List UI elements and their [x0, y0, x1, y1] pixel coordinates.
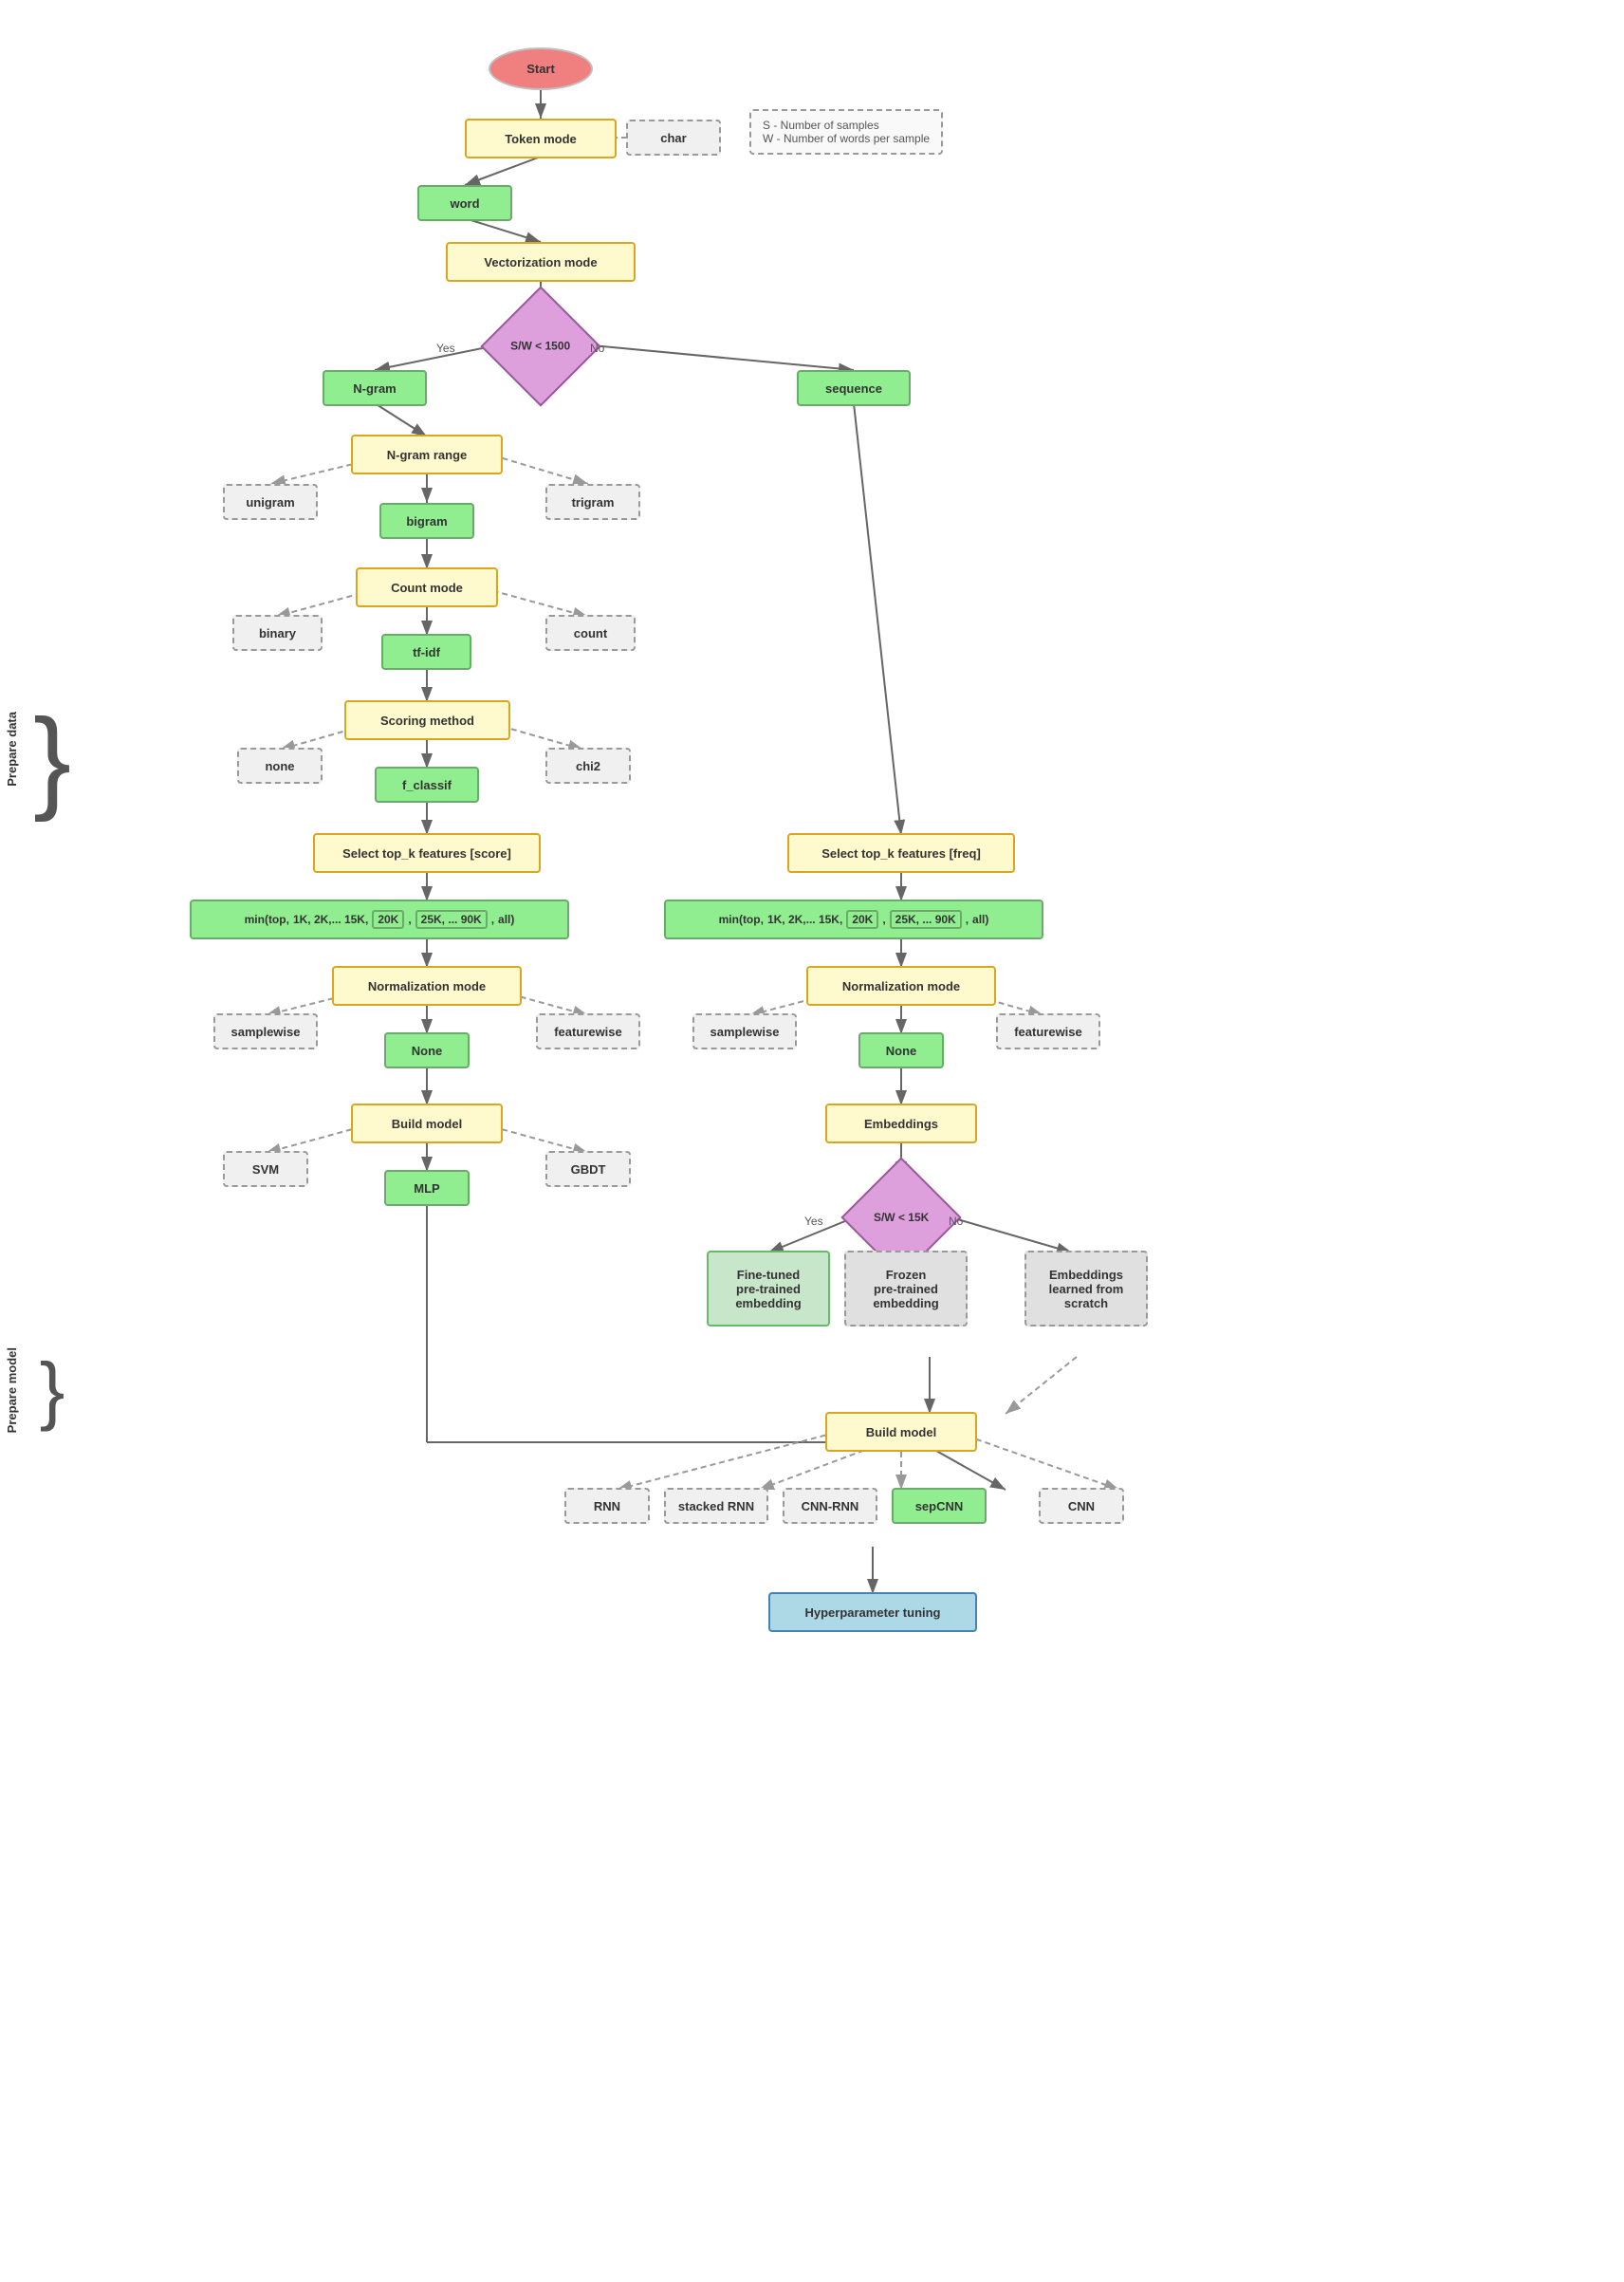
select-topk-score-node: Select top_k features [score]	[313, 833, 541, 873]
unigram-node: unigram	[223, 484, 318, 520]
svm-node: SVM	[223, 1151, 308, 1187]
legend-box: S - Number of samples W - Number of word…	[749, 109, 943, 155]
gbdt-node: GBDT	[545, 1151, 631, 1187]
cnn-node: CNN	[1039, 1488, 1124, 1524]
arrows-svg	[0, 0, 1624, 2282]
yes-label-1: Yes	[436, 342, 455, 355]
ngram-node: N-gram	[323, 370, 427, 406]
build-model-left-node: Build model	[351, 1104, 503, 1143]
hyperparameter-node: Hyperparameter tuning	[768, 1592, 977, 1632]
sw-1500-diamond: S/W < 1500	[480, 286, 600, 406]
token-mode-node: Token mode	[465, 119, 617, 158]
featurewise-right-node: featurewise	[996, 1013, 1100, 1049]
sequence-node: sequence	[797, 370, 911, 406]
vectorization-mode-node: Vectorization mode	[446, 242, 636, 282]
tfidf-node: tf-idf	[381, 634, 471, 670]
ngram-range-node: N-gram range	[351, 435, 503, 474]
start-node: Start	[489, 47, 593, 90]
learned-scratch-node: Embeddings learned from scratch	[1024, 1251, 1148, 1327]
bigram-node: bigram	[379, 503, 474, 539]
word-node: word	[417, 185, 512, 221]
samplewise-left-node: samplewise	[213, 1013, 318, 1049]
no-label-1: No	[590, 342, 604, 355]
fine-tuned-node: Fine-tuned pre-trained embedding	[707, 1251, 830, 1327]
prepare-model-label: Prepare model	[5, 1347, 19, 1433]
topk-left-node: min(top, 1K, 2K,... 15K, 20K , 25K, ... …	[190, 900, 569, 939]
prepare-model-brace: }	[38, 1096, 66, 1684]
none-left-node: None	[384, 1032, 470, 1068]
mlp-node: MLP	[384, 1170, 470, 1206]
scoring-method-node: Scoring method	[344, 700, 510, 740]
diagram-container: Start Token mode word char S - Number of…	[0, 0, 1624, 2282]
none-node: none	[237, 748, 323, 784]
no-label-2: No	[949, 1215, 963, 1228]
f-classif-node: f_classif	[375, 767, 479, 803]
samplewise-right-node: samplewise	[692, 1013, 797, 1049]
chi2-node: chi2	[545, 748, 631, 784]
sepcnn-node: sepCNN	[892, 1488, 987, 1524]
stacked-rnn-node: stacked RNN	[664, 1488, 768, 1524]
topk-right-node: min(top, 1K, 2K,... 15K, 20K , 25K, ... …	[664, 900, 1043, 939]
cnn-rnn-node: CNN-RNN	[783, 1488, 877, 1524]
rnn-node: RNN	[564, 1488, 650, 1524]
select-topk-freq-node: Select top_k features [freq]	[787, 833, 1015, 873]
yes-label-2: Yes	[804, 1215, 823, 1228]
norm-mode-left-node: Normalization mode	[332, 966, 522, 1006]
trigram-node: trigram	[545, 484, 640, 520]
norm-mode-right-node: Normalization mode	[806, 966, 996, 1006]
count-node: count	[545, 615, 636, 651]
prepare-data-brace: }	[38, 332, 66, 1186]
embeddings-node: Embeddings	[825, 1104, 977, 1143]
build-model-right-node: Build model	[825, 1412, 977, 1452]
binary-node: binary	[232, 615, 323, 651]
frozen-node: Frozen pre-trained embedding	[844, 1251, 968, 1327]
none-right-node: None	[858, 1032, 944, 1068]
prepare-data-label: Prepare data	[5, 712, 19, 787]
count-mode-node: Count mode	[356, 567, 498, 607]
char-node: char	[626, 120, 721, 156]
featurewise-left-node: featurewise	[536, 1013, 640, 1049]
